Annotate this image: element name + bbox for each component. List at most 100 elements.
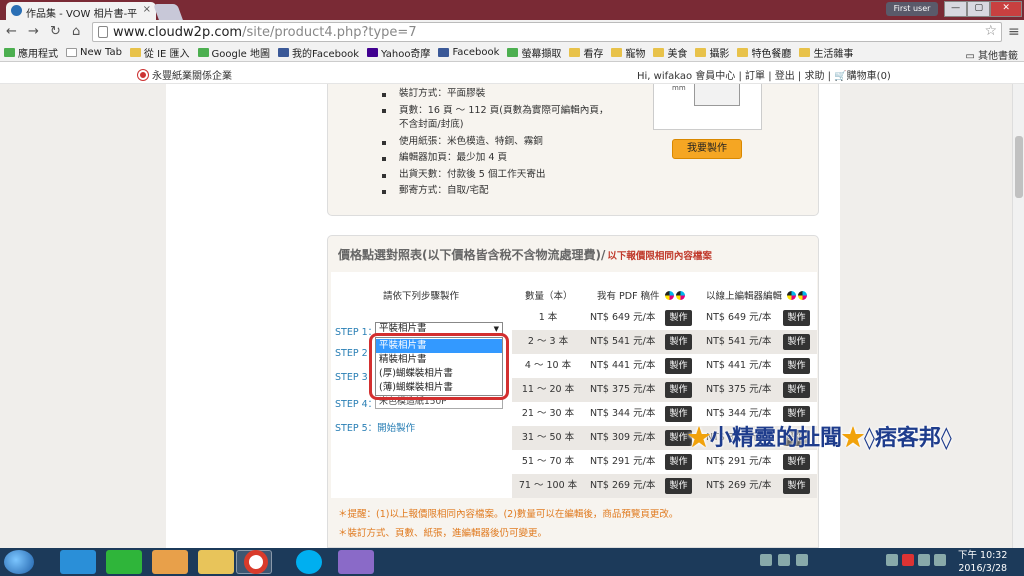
chrome-icon[interactable] bbox=[244, 550, 268, 574]
qty-cell: 51 ～ 70 本 bbox=[521, 456, 575, 467]
pdf-make-button[interactable]: 製作 bbox=[665, 334, 692, 350]
pdf-make-button[interactable]: 製作 bbox=[665, 358, 692, 374]
page-scrollbar[interactable] bbox=[1012, 84, 1024, 548]
facebook-icon bbox=[438, 48, 450, 57]
bookmark-new-tab[interactable]: New Tab bbox=[66, 47, 122, 58]
url-path: /site/product4.php?type=7 bbox=[242, 25, 417, 40]
folder-icon bbox=[129, 48, 141, 57]
company-name: 永豐紙業關係企業 bbox=[152, 71, 232, 82]
online-make-button[interactable]: 製作 bbox=[783, 334, 810, 350]
qty-cell: 71 ～ 100 本 bbox=[518, 480, 578, 491]
network-icon[interactable] bbox=[918, 554, 930, 566]
bookmark-ie-import[interactable]: 從 IE 匯入 bbox=[129, 45, 190, 60]
bookmark-screenshot[interactable]: 螢幕擷取 bbox=[507, 45, 561, 60]
taskbar-clock[interactable]: 下午 10:32 2016/3/28 bbox=[958, 549, 1007, 575]
online-make-button[interactable]: 製作 bbox=[783, 478, 810, 494]
pdf-make-button[interactable]: 製作 bbox=[665, 310, 692, 326]
online-make-button[interactable]: 製作 bbox=[783, 310, 810, 326]
pdf-make-button[interactable]: 製作 bbox=[665, 382, 692, 398]
pdf-price: NT$ 269 元/本 bbox=[590, 480, 656, 491]
color-icon bbox=[664, 291, 674, 300]
start-making-link[interactable]: 開始製作 bbox=[377, 423, 415, 434]
system-tray bbox=[760, 550, 946, 574]
pdf-price: NT$ 541 元/本 bbox=[590, 336, 656, 347]
bookmark-apps[interactable]: 應用程式 bbox=[4, 45, 58, 60]
pdf-make-button[interactable]: 製作 bbox=[665, 478, 692, 494]
media-player-icon[interactable] bbox=[152, 550, 188, 574]
bookmark-folder-saved[interactable]: 看存 bbox=[569, 45, 603, 60]
acrobat-tray-icon[interactable] bbox=[902, 554, 914, 566]
header-pdf: 我有 PDF 稿件 bbox=[597, 288, 685, 302]
folder-icon bbox=[611, 48, 623, 57]
skype-icon[interactable] bbox=[296, 550, 322, 574]
spec-pages: 頁數：16 頁 ～ 112 頁(頁數為實際可編輯內頁， 不含封面/封底) bbox=[380, 103, 609, 134]
folder-icon bbox=[799, 48, 811, 57]
browser-tab[interactable]: 作品集 - VOW 相片書-平 × bbox=[6, 2, 156, 20]
online-make-button[interactable]: 製作 bbox=[783, 382, 810, 398]
tray-icon[interactable] bbox=[778, 554, 790, 566]
bookmark-star-icon[interactable]: ☆ bbox=[984, 23, 997, 39]
spec-extra-pages: 編輯器加頁：最少加 4 頁 bbox=[380, 150, 609, 167]
line-app-icon[interactable] bbox=[106, 550, 142, 574]
minimize-button[interactable]: — bbox=[944, 1, 968, 17]
bookmark-folder-photo[interactable]: 攝影 bbox=[695, 45, 729, 60]
bookmark-folder-food[interactable]: 美食 bbox=[653, 45, 687, 60]
paint-icon[interactable] bbox=[338, 550, 374, 574]
file-explorer-icon[interactable] bbox=[198, 550, 234, 574]
volume-icon[interactable] bbox=[934, 554, 946, 566]
tab-title: 作品集 - VOW 相片書-平 bbox=[26, 9, 138, 20]
bookmark-yahoo[interactable]: Yahoo奇摩 bbox=[367, 45, 430, 60]
dimension-unit: mm bbox=[672, 84, 686, 92]
start-button[interactable] bbox=[4, 550, 34, 574]
pdf-price: NT$ 649 元/本 bbox=[590, 312, 656, 323]
forward-arrow-icon[interactable]: → bbox=[28, 24, 39, 39]
online-make-button[interactable]: 製作 bbox=[783, 454, 810, 470]
back-arrow-icon[interactable]: ← bbox=[6, 24, 17, 39]
tab-close-icon[interactable]: × bbox=[143, 4, 151, 15]
browser-menu-icon[interactable]: ≡ bbox=[1008, 24, 1020, 40]
folder-icon bbox=[695, 48, 707, 57]
site-logo[interactable]: 永豐紙業關係企業 bbox=[138, 67, 232, 82]
online-price: NT$ 375 元/本 bbox=[706, 384, 772, 395]
pdf-make-button[interactable]: 製作 bbox=[665, 454, 692, 470]
other-bookmarks[interactable]: ▭ 其他書籤 bbox=[965, 47, 1018, 62]
pdf-price: NT$ 291 元/本 bbox=[590, 456, 656, 467]
make-now-button[interactable]: 我要製作 bbox=[672, 139, 742, 159]
page-info-icon[interactable] bbox=[98, 26, 108, 38]
show-hidden-icons-icon[interactable] bbox=[886, 554, 898, 566]
online-price: NT$ 649 元/本 bbox=[706, 312, 772, 323]
pricing-notes: ＊提醒：(1)以上報價限相同內容檔案。(2)數量可以在編輯後，商品預覽頁更改。 … bbox=[338, 505, 678, 543]
step5-label: STEP 5：開始製作 bbox=[335, 423, 416, 434]
highlight-annotation bbox=[369, 333, 509, 400]
qty-cell: 2 ～ 3 本 bbox=[527, 336, 569, 347]
step3-label: STEP 3 bbox=[335, 372, 368, 383]
address-bar[interactable]: www.cloudw2p.com/site/product4.php?type=… bbox=[92, 22, 1002, 42]
window-close-button[interactable]: ✕ bbox=[990, 1, 1022, 17]
bookmark-google-maps[interactable]: Google 地圖 bbox=[197, 45, 270, 60]
cart-link[interactable]: 購物車(0) bbox=[847, 71, 891, 82]
online-price: NT$ 269 元/本 bbox=[706, 480, 772, 491]
cart-icon[interactable]: 🛒 bbox=[834, 71, 846, 82]
online-make-button[interactable]: 製作 bbox=[783, 358, 810, 374]
qty-cell: 11 ～ 20 本 bbox=[521, 384, 575, 395]
home-icon[interactable]: ⌂ bbox=[72, 24, 80, 39]
bookmark-my-facebook[interactable]: 我的Facebook bbox=[278, 45, 359, 60]
internet-explorer-icon[interactable] bbox=[60, 550, 96, 574]
bookmark-folder-pets[interactable]: 寵物 bbox=[611, 45, 645, 60]
color-icon bbox=[798, 291, 808, 300]
scrollbar-thumb[interactable] bbox=[1015, 136, 1023, 198]
maximize-button[interactable]: ▢ bbox=[967, 1, 991, 17]
user-links[interactable]: Hi, wifakao 會員中心 | 訂單 | 登出 | 求助 | 🛒購物車(0… bbox=[637, 67, 891, 82]
bookmark-folder-restaurants[interactable]: 特色餐廳 bbox=[737, 45, 791, 60]
apps-icon bbox=[4, 48, 15, 57]
tray-icon[interactable] bbox=[760, 554, 772, 566]
reload-icon[interactable]: ↻ bbox=[50, 24, 61, 39]
profile-badge[interactable]: First user bbox=[886, 2, 938, 16]
step4-label: STEP 4： bbox=[335, 399, 378, 410]
bookmark-facebook[interactable]: Facebook bbox=[438, 47, 499, 58]
product-spec-list: 裝訂方式：平面膠裝 頁數：16 頁 ～ 112 頁(頁數為實際可編輯內頁， 不含封… bbox=[380, 86, 609, 200]
folder-icon: ▭ bbox=[965, 51, 978, 62]
tray-icon[interactable] bbox=[796, 554, 808, 566]
online-price: NT$ 541 元/本 bbox=[706, 336, 772, 347]
bookmark-folder-life[interactable]: 生活雜事 bbox=[799, 45, 853, 60]
